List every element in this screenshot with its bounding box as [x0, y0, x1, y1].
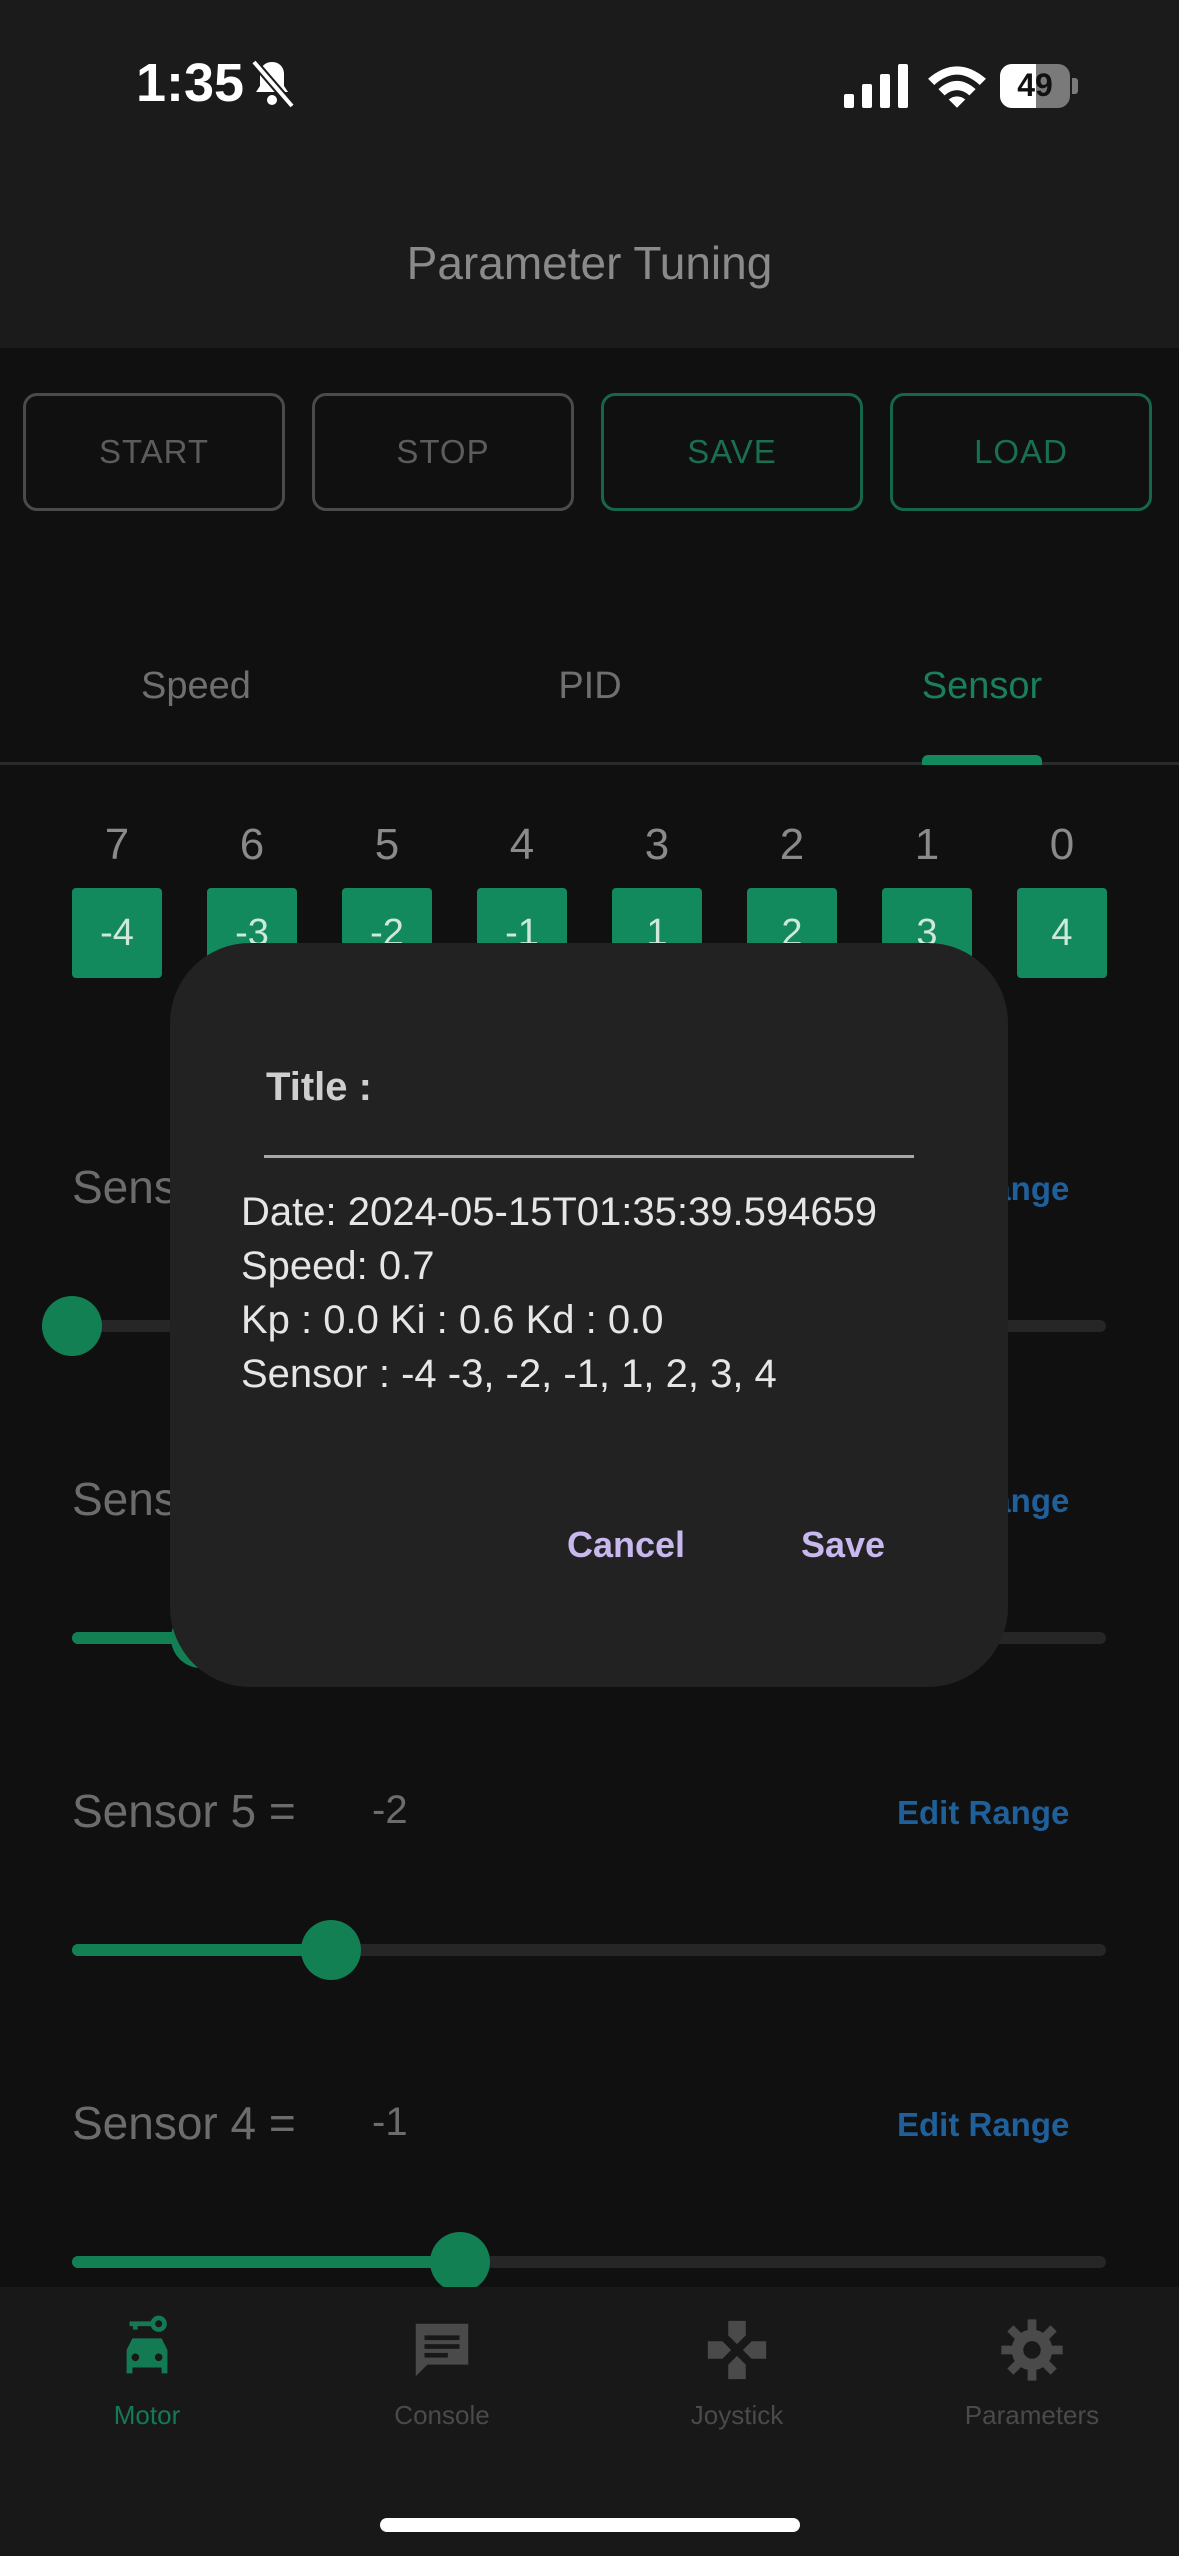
dialog-pid: Kp : 0.0 Ki : 0.6 Kd : 0.0	[241, 1298, 664, 1342]
bell-muted-icon	[250, 59, 296, 109]
battery-indicator: 49	[1000, 64, 1078, 108]
page-title: Parameter Tuning	[406, 237, 773, 289]
tab-speed[interactable]: Speed	[46, 665, 346, 708]
sensor-index: 5	[374, 820, 400, 869]
sensor-row: Sensor 5 = -2 Edit Range	[0, 1764, 1179, 1984]
title-input-underline[interactable]	[264, 1155, 914, 1158]
nav-label: Parameters	[964, 2400, 1100, 2430]
sensor-index: 1	[914, 820, 940, 869]
slider-thumb[interactable]	[429, 2232, 490, 2292]
gamepad-icon	[707, 2320, 767, 2380]
load-button[interactable]: LOAD	[890, 393, 1152, 511]
slider-fill	[72, 1944, 331, 1956]
car-key-icon	[126, 2315, 168, 2374]
nav-console[interactable]: Console	[332, 2315, 552, 2431]
edit-range-link[interactable]: Edit Range	[897, 2106, 1069, 2144]
dialog-speed: Speed: 0.7	[241, 1244, 435, 1288]
nav-joystick[interactable]: Joystick	[627, 2315, 847, 2431]
slider-fill	[72, 2256, 460, 2268]
gear-icon	[1001, 2319, 1063, 2381]
stop-button[interactable]: STOP	[312, 393, 574, 511]
nav-motor[interactable]: Motor	[37, 2315, 257, 2431]
sensor-value: -1	[372, 2100, 408, 2144]
nav-label: Motor	[113, 2400, 181, 2430]
tab-indicator	[922, 755, 1042, 765]
cancel-button[interactable]: Cancel	[567, 1524, 685, 1566]
sensor-value: -2	[372, 1788, 408, 1832]
wifi-icon	[928, 66, 986, 108]
chat-icon	[415, 2323, 469, 2377]
status-time: 1:35	[136, 53, 245, 113]
dialog-date: Date: 2024-05-15T01:35:39.594659	[241, 1190, 878, 1234]
sensor-index: 2	[779, 820, 805, 869]
sensor-index: 4	[509, 820, 535, 869]
dialog-sensor: Sensor : -4 -3, -2, -1, 1, 2, 3, 4	[241, 1352, 777, 1396]
home-indicator[interactable]	[380, 2518, 800, 2532]
dialog-title-label: Title :	[266, 1065, 372, 1109]
battery-level: 49	[1017, 67, 1053, 103]
sensor-label: Sensor 5 =	[72, 1785, 296, 1837]
edit-range-link[interactable]: Edit Range	[897, 1794, 1069, 1832]
dialog-save-button[interactable]: Save	[801, 1524, 885, 1566]
tab-pid[interactable]: PID	[440, 665, 740, 708]
sensor-weight-chip[interactable]: -4	[72, 888, 162, 978]
save-button[interactable]: SAVE	[601, 393, 863, 511]
cellular-signal-icon	[844, 64, 908, 108]
nav-label: Console	[394, 2400, 490, 2430]
sensor-index: 3	[644, 820, 670, 869]
slider-thumb[interactable]	[42, 1296, 102, 1356]
nav-parameters[interactable]: Parameters	[922, 2315, 1142, 2431]
sensor-weight-chip[interactable]: 4	[1017, 888, 1107, 978]
sensor-index: 0	[1049, 820, 1075, 869]
sensor-index: 7	[104, 820, 130, 869]
sensor-index: 6	[239, 820, 265, 869]
tab-sensor[interactable]: Sensor	[832, 665, 1132, 708]
slider-thumb[interactable]	[300, 1920, 361, 1980]
start-button[interactable]: START	[23, 393, 285, 511]
nav-label: Joystick	[690, 2400, 784, 2430]
sensor-row: Sensor 4 = -1 Edit Range	[0, 2076, 1179, 2292]
sensor-label: Sensor 4 =	[72, 2097, 296, 2149]
